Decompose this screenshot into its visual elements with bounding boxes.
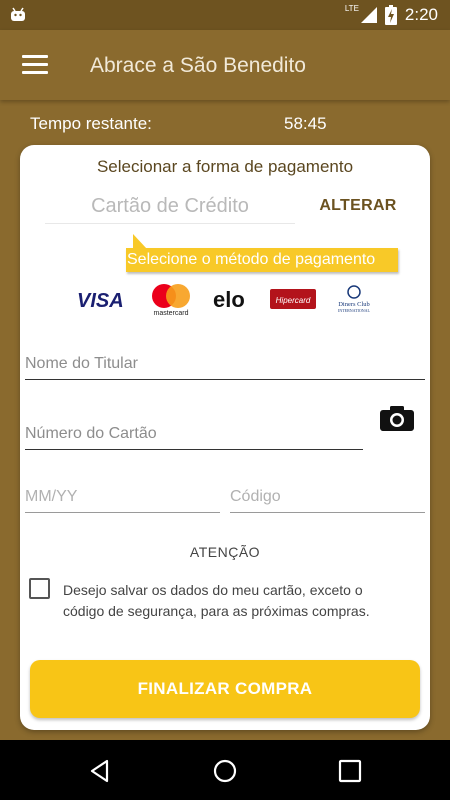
visa-logo: VISA xyxy=(77,290,124,312)
diners-club-text: Diners Club xyxy=(338,301,370,308)
navigation-bar xyxy=(0,740,450,800)
app-title: Abrace a São Benedito xyxy=(90,54,306,77)
card-number-field[interactable]: Número do Cartão xyxy=(25,410,363,450)
hipercard-logo: Hipercard xyxy=(270,289,316,309)
timer-label: Tempo restante: xyxy=(30,114,152,133)
finish-purchase-button[interactable]: FINALIZAR COMPRA xyxy=(30,660,420,718)
payment-method-field[interactable]: Cartão de Crédito xyxy=(45,191,295,224)
hipercard-text: Hipercard xyxy=(276,296,311,305)
save-card-text: Desejo salvar os dados do meu cartão, ex… xyxy=(63,582,370,619)
change-method-button[interactable]: ALTERAR xyxy=(308,197,408,215)
back-icon[interactable] xyxy=(87,758,113,784)
app-bar: Abrace a São Benedito xyxy=(0,30,450,100)
attention-heading: ATENÇÃO xyxy=(189,544,261,560)
payment-card: Selecionar a forma de pagamento Cartão d… xyxy=(20,145,430,730)
timer-value: 58:45 xyxy=(284,114,327,133)
diners-international-text: INTERNATIONAL xyxy=(338,308,371,313)
signal-icon xyxy=(360,7,377,23)
security-code-placeholder: Código xyxy=(230,488,281,505)
diners-club-logo: Diners Club INTERNATIONAL xyxy=(338,285,371,313)
card-number-placeholder: Número do Cartão xyxy=(25,425,157,442)
elo-logo: elo xyxy=(213,287,245,312)
visa-text: VISA xyxy=(77,290,124,312)
holder-name-placeholder: Nome do Titular xyxy=(25,355,138,372)
card-brands: VISA mastercard elo Hipercard Diners Clu… xyxy=(75,283,375,317)
save-card-checkbox[interactable] xyxy=(29,578,50,599)
security-code-field[interactable]: Código xyxy=(230,473,425,513)
network-type-label: LTE xyxy=(344,3,359,13)
recent-apps-icon[interactable] xyxy=(337,758,363,784)
camera-icon[interactable] xyxy=(380,405,414,431)
mastercard-logo: mastercard xyxy=(152,284,190,317)
tooltip-arrow xyxy=(133,234,147,249)
mastercard-text: mastercard xyxy=(153,310,188,317)
timer-row: Tempo restante: 58:45 xyxy=(0,110,450,136)
android-notification-icon xyxy=(11,7,25,21)
payment-method-title: Selecionar a forma de pagamento xyxy=(96,157,354,176)
elo-text: elo xyxy=(213,287,245,312)
battery-charging-icon xyxy=(384,5,397,25)
expiry-field[interactable]: MM/YY xyxy=(25,473,220,513)
status-time: 2:20 xyxy=(404,5,438,24)
payment-method-tooltip: Selecione o método de pagamento xyxy=(126,248,398,272)
expiry-placeholder: MM/YY xyxy=(25,488,78,505)
holder-name-field[interactable]: Nome do Titular xyxy=(25,340,425,380)
home-icon[interactable] xyxy=(212,758,238,784)
hamburger-menu-icon[interactable] xyxy=(22,55,48,75)
status-bar: LTE 2:20 xyxy=(0,0,450,30)
